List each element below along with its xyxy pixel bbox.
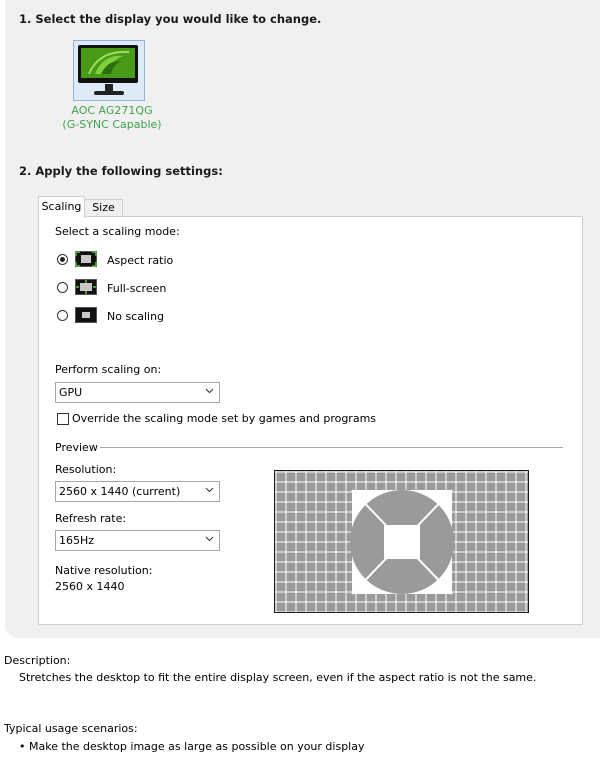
preview-divider — [100, 447, 563, 448]
display-subtitle[interactable]: (G-SYNC Capable) — [37, 118, 187, 131]
native-resolution-value: 2560 x 1440 — [55, 580, 125, 593]
display-selector[interactable] — [73, 40, 145, 101]
resolution-value: 2560 x 1440 (current) — [59, 485, 181, 498]
display-name[interactable]: AOC AG271QG — [37, 104, 187, 117]
override-checkbox[interactable] — [57, 413, 69, 425]
native-resolution-label: Native resolution: — [55, 564, 153, 577]
tab-scaling[interactable]: Scaling — [38, 196, 85, 218]
no-scaling-radio[interactable] — [57, 310, 68, 321]
preview-section-label: Preview — [55, 441, 98, 454]
refresh-rate-value: 165Hz — [59, 534, 95, 547]
aspect-ratio-icon — [75, 251, 97, 267]
apply-settings-heading: 2. Apply the following settings: — [19, 164, 223, 178]
description-text: Stretches the desktop to fit the entire … — [19, 671, 537, 684]
chevron-down-icon — [205, 487, 214, 493]
select-display-heading: 1. Select the display you would like to … — [19, 12, 322, 26]
perform-scaling-label: Perform scaling on: — [55, 363, 162, 376]
usage-item-text: Make the desktop image as large as possi… — [29, 740, 365, 753]
full-screen-label[interactable]: Full-screen — [107, 282, 166, 295]
chevron-down-icon — [205, 388, 214, 394]
refresh-rate-label: Refresh rate: — [55, 512, 127, 525]
resolution-label: Resolution: — [55, 463, 117, 476]
perform-scaling-value: GPU — [59, 386, 83, 399]
scaling-mode-label: Select a scaling mode: — [55, 225, 180, 238]
refresh-rate-select[interactable]: 165Hz — [55, 530, 220, 551]
perform-scaling-select[interactable]: GPU — [55, 382, 220, 403]
no-scaling-icon — [75, 307, 97, 323]
aspect-ratio-label[interactable]: Aspect ratio — [107, 254, 173, 267]
usage-label: Typical usage scenarios: — [4, 722, 138, 735]
no-scaling-label[interactable]: No scaling — [107, 310, 164, 323]
description-label: Description: — [4, 654, 71, 667]
full-screen-icon — [75, 279, 97, 295]
chevron-down-icon — [205, 536, 214, 542]
full-screen-radio[interactable] — [57, 282, 68, 293]
aspect-ratio-radio[interactable] — [57, 254, 68, 265]
resolution-select[interactable]: 2560 x 1440 (current) — [55, 481, 220, 502]
usage-item: • Make the desktop image as large as pos… — [19, 740, 365, 753]
monitor-icon — [78, 45, 138, 83]
scaling-preview-image — [274, 470, 529, 613]
tab-size[interactable]: Size — [84, 199, 123, 217]
override-label[interactable]: Override the scaling mode set by games a… — [72, 412, 376, 425]
